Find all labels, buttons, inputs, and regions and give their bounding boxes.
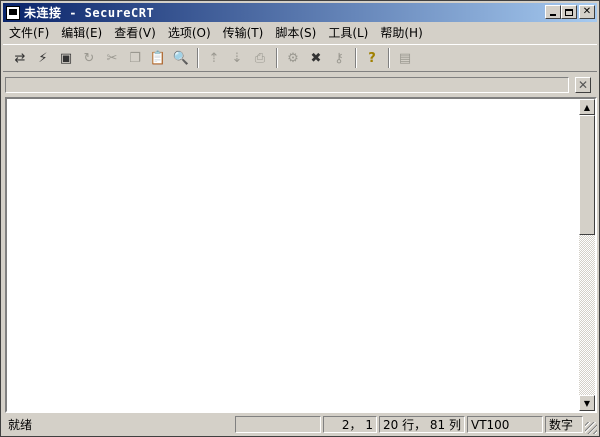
copy-icon: ❐ [129, 50, 141, 66]
connect-button[interactable]: ⇄ [9, 47, 31, 69]
securecrt-window: 未连接 - SecureCRT ✕ 文件(F) 编辑(E) 查看(V) 选项(O… [0, 0, 600, 437]
window-controls: ✕ [545, 5, 595, 19]
menu-file[interactable]: 文件(F) [3, 24, 55, 41]
session-options-button[interactable]: ⚙ [282, 47, 304, 69]
key-icon: ⚷ [334, 50, 344, 66]
help-button[interactable]: ? [361, 47, 383, 69]
connect-icon: ⇄ [14, 50, 26, 66]
scroll-thumb[interactable] [579, 115, 595, 235]
print-icon: ⎙ [254, 50, 266, 66]
status-cursor-position: 2， 1 [323, 416, 377, 433]
reconnect-icon: ↻ [83, 50, 95, 66]
sftp-icon: ▤ [398, 50, 412, 66]
disconnect-icon: ✂ [106, 50, 118, 66]
vertical-scrollbar[interactable]: ▲ ▼ [579, 99, 595, 411]
receive-file-button[interactable]: ⇣ [226, 47, 248, 69]
menu-edit[interactable]: 编辑(E) [55, 24, 108, 41]
status-empty-pane [235, 416, 321, 433]
status-bar: 就绪 2， 1 20 行， 81 列 VT100 数字 [3, 415, 597, 434]
disconnect-button[interactable]: ✂ [101, 47, 123, 69]
close-icon: ✕ [582, 6, 592, 17]
status-ready: 就绪 [8, 418, 33, 432]
copy-button[interactable]: ❐ [124, 47, 146, 69]
toolbar-separator [276, 48, 278, 68]
resize-grip[interactable] [585, 422, 597, 434]
close-icon: ✕ [577, 78, 589, 92]
scroll-up-button[interactable]: ▲ [579, 99, 595, 115]
connect-tab-button[interactable]: ▣ [55, 47, 77, 69]
toolbar-separator [355, 48, 357, 68]
sftp-button[interactable]: ▤ [394, 47, 416, 69]
help-icon: ? [368, 50, 376, 66]
print-button[interactable]: ⎙ [249, 47, 271, 69]
paste-button[interactable]: 📋 [147, 47, 169, 69]
menu-transfer[interactable]: 传输(T) [217, 24, 270, 41]
status-terminal-size: 20 行， 81 列 [379, 416, 465, 433]
reconnect-button[interactable]: ↻ [78, 47, 100, 69]
send-file-button[interactable]: ⇡ [203, 47, 225, 69]
minimize-icon [550, 14, 556, 16]
arrow-up-icon: ▲ [583, 102, 591, 112]
status-terminal-type: VT100 [467, 416, 543, 433]
scroll-down-button[interactable]: ▼ [579, 395, 595, 411]
paste-icon: 📋 [149, 50, 167, 66]
menu-view[interactable]: 查看(V) [108, 24, 162, 41]
find-icon: 🔍 [172, 50, 190, 66]
session-tab-area[interactable] [5, 77, 569, 93]
close-tab-button[interactable]: ✕ [575, 77, 591, 93]
menu-options[interactable]: 选项(O) [162, 24, 217, 41]
toolbar-separator [388, 48, 390, 68]
receive-file-icon: ⇣ [231, 50, 243, 66]
arrow-down-icon: ▼ [583, 398, 591, 408]
window-title: 未连接 - SecureCRT [24, 6, 155, 20]
connect-tab-icon: ▣ [59, 50, 73, 66]
find-button[interactable]: 🔍 [170, 47, 192, 69]
quick-connect-button[interactable]: ⚡ [32, 47, 54, 69]
app-icon[interactable] [6, 5, 20, 20]
minimize-button[interactable] [545, 5, 561, 19]
toolbar: ⇄ ⚡ ▣ ↻ ✂ ❐ 📋 🔍 ⇡ ⇣ ⎙ ⚙ ✖ ⚷ ? ▤ [3, 44, 597, 72]
status-numlock: 数字 [545, 416, 583, 433]
terminal-area[interactable] [7, 99, 579, 411]
menu-script[interactable]: 脚本(S) [269, 24, 322, 41]
send-file-icon: ⇡ [208, 50, 220, 66]
menu-tools[interactable]: 工具(L) [322, 24, 374, 41]
maximize-button[interactable] [561, 5, 577, 19]
key-button[interactable]: ⚷ [328, 47, 350, 69]
terminal-frame: ▲ ▼ [5, 97, 597, 413]
session-tab-strip: ✕ [5, 77, 595, 95]
maximize-icon [565, 8, 573, 16]
close-button[interactable]: ✕ [579, 5, 595, 19]
quick-connect-icon: ⚡ [38, 50, 48, 66]
global-options-icon: ✖ [310, 50, 322, 66]
session-options-icon: ⚙ [287, 50, 299, 66]
menu-help[interactable]: 帮助(H) [374, 24, 428, 41]
global-options-button[interactable]: ✖ [305, 47, 327, 69]
title-bar[interactable]: 未连接 - SecureCRT ✕ [3, 3, 597, 22]
toolbar-separator [197, 48, 199, 68]
menu-bar: 文件(F) 编辑(E) 查看(V) 选项(O) 传输(T) 脚本(S) 工具(L… [3, 23, 597, 42]
